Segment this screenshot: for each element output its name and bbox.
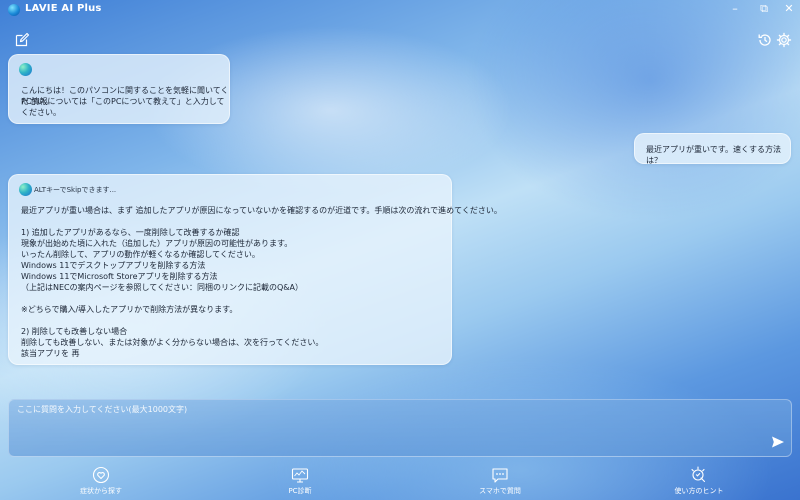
app-title: LAVIE AI Plus — [25, 3, 102, 14]
hint-icon — [691, 466, 706, 483]
assistant-welcome-bubble: こんにちは！このパソコンに関することを気軽に聞いてください。 PC情報については… — [8, 54, 230, 124]
response-line: ※どちらで購入/導入したアプリかで削除方法が異なります。 — [21, 305, 238, 314]
nav-label: PC診断 — [288, 487, 312, 495]
nav-label: 症状から探す — [80, 487, 122, 495]
send-icon — [772, 436, 784, 448]
gear-icon — [776, 32, 792, 48]
welcome-line-2: PC情報については「このPCについて教えて」と入力してください。 — [21, 97, 225, 117]
response-line: 削除しても改善しない、または対象がよく分からない場合は、次を行ってください。 — [21, 338, 324, 347]
response-line: 最近アプリが重い場合は、まず 追加したアプリが原因になっていないかを確認するのが… — [21, 206, 502, 215]
response-line: 現象が出始めた頃に入れた（追加した）アプリが原因の可能性があります。 — [21, 239, 293, 248]
history-button[interactable] — [757, 32, 773, 48]
question-input-area — [8, 399, 792, 457]
nav-usage-hints[interactable]: 使い方のヒント — [649, 466, 749, 496]
nav-pc-diagnosis[interactable]: PC診断 — [250, 466, 350, 496]
nav-smartphone-question[interactable]: スマホで質問 — [450, 466, 550, 496]
heart-search-icon — [92, 466, 110, 484]
minimize-button[interactable]: – — [722, 0, 748, 20]
user-message-bubble: 最近アプリが重いです。速くする方法は？ — [634, 133, 791, 165]
send-button[interactable] — [771, 435, 785, 449]
edit-icon — [15, 32, 30, 47]
app-logo-icon — [8, 4, 20, 16]
assistant-avatar — [19, 183, 32, 196]
nav-label: スマホで質問 — [479, 487, 521, 495]
chat-bubble-icon — [492, 468, 508, 483]
maximize-button[interactable]: ⧉ — [751, 0, 777, 20]
monitor-icon — [291, 468, 309, 483]
user-message-text: 最近アプリが重いです。速くする方法は？ — [646, 145, 781, 165]
response-line: Windows 11でデスクトップアプリを削除する方法 — [21, 261, 206, 270]
response-line: 2) 削除しても改善しない場合 — [21, 327, 128, 336]
nav-symptom-search[interactable]: 症状から探す — [51, 466, 151, 496]
history-icon — [758, 34, 771, 46]
nav-label: 使い方のヒント — [674, 487, 724, 495]
settings-button[interactable] — [776, 32, 792, 48]
response-line: 1) 追加したアプリがあるなら、一度削除して改善するか確認 — [21, 228, 240, 237]
assistant-response-bubble: ALTキーでSkipできます... 最近アプリが重い場合は、まず 追加したアプリ… — [8, 174, 502, 365]
response-line: 該当アプリを 再 — [21, 349, 80, 358]
title-bar: LAVIE AI Plus – ⧉ ✕ — [0, 0, 800, 20]
assistant-avatar — [19, 63, 32, 76]
skip-hint[interactable]: ALTキーでSkipできます... — [34, 185, 116, 196]
new-chat-button[interactable] — [14, 32, 30, 48]
question-input[interactable] — [17, 404, 757, 452]
response-line: （上記はNECの案内ページを参照してください：同梱のリンクに記載のQ&A） — [21, 283, 303, 292]
response-line: Windows 11でMicrosoft Storeアプリを削除する方法 — [21, 272, 218, 281]
response-line: いったん削除して、アプリの動作が軽くなるか確認してください。 — [21, 250, 260, 259]
close-button[interactable]: ✕ — [776, 0, 800, 20]
